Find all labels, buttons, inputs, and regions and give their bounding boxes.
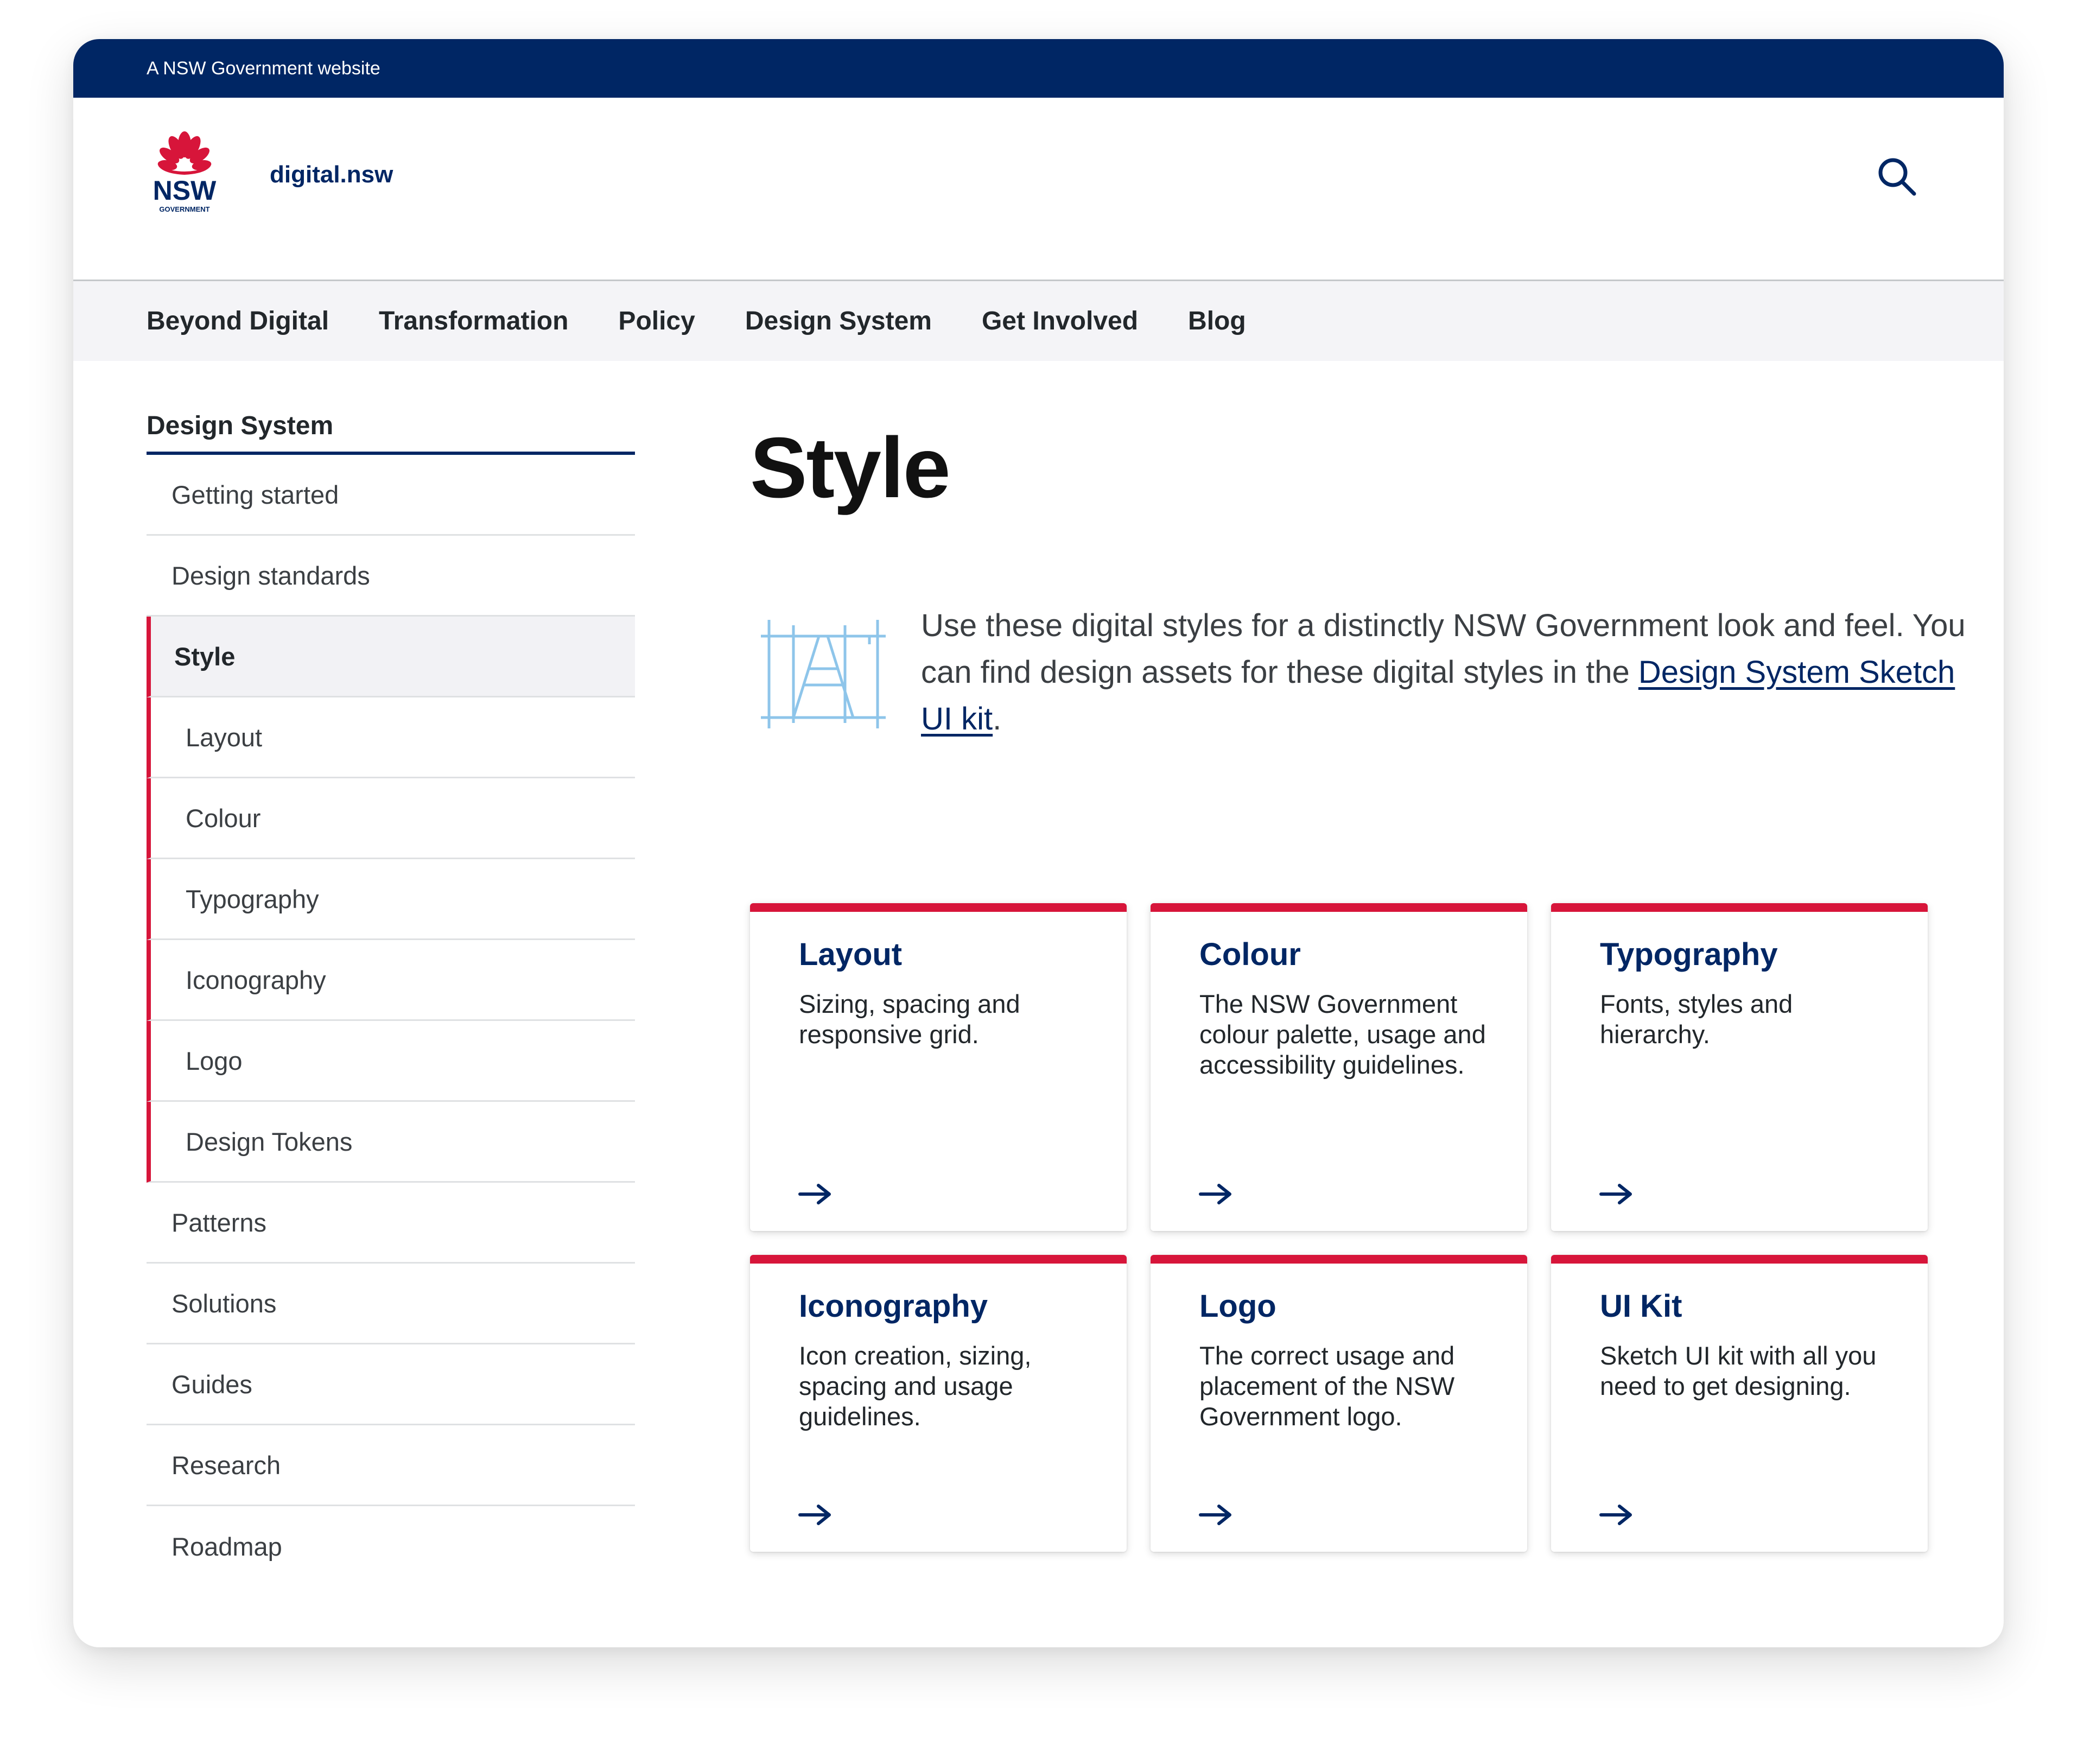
nsw-government-logo[interactable]: NSW GOVERNMENT: [147, 130, 223, 217]
card-iconography[interactable]: Iconography Icon creation, sizing, spaci…: [750, 1255, 1127, 1552]
page-title: Style: [750, 420, 951, 516]
nav-item-beyond-digital[interactable]: Beyond Digital: [147, 306, 329, 336]
card-logo[interactable]: Logo The correct usage and placement of …: [1151, 1255, 1527, 1552]
side-item-design-tokens[interactable]: Design Tokens: [147, 1102, 635, 1183]
site-header: NSW GOVERNMENT digital.nsw: [73, 98, 2004, 281]
side-item-style[interactable]: Style: [147, 617, 635, 697]
side-item-research[interactable]: Research: [147, 1425, 635, 1506]
card-title: Colour: [1199, 937, 1301, 972]
masthead-text: A NSW Government website: [147, 58, 380, 79]
card-title: Logo: [1199, 1289, 1276, 1324]
card-description: Icon creation, sizing, spacing and usage…: [799, 1341, 1032, 1431]
site-name-link[interactable]: digital.nsw: [270, 160, 393, 190]
side-item-layout[interactable]: Layout: [147, 697, 635, 778]
side-item-guides[interactable]: Guides: [147, 1344, 635, 1425]
typography-grid-icon: [758, 614, 888, 734]
search-button[interactable]: [1870, 149, 1924, 204]
masthead: A NSW Government website: [73, 39, 2004, 98]
card-description: The correct usage and placement of the N…: [1199, 1341, 1455, 1431]
nav-item-transformation[interactable]: Transformation: [379, 306, 568, 336]
card-title: Iconography: [799, 1289, 988, 1324]
card-colour[interactable]: Colour The NSW Government colour palette…: [1151, 903, 1527, 1231]
card-typography[interactable]: Typography Fonts, styles and hierarchy.: [1551, 903, 1928, 1231]
arrow-right-icon: [1199, 1184, 1231, 1204]
arrow-right-icon: [798, 1184, 831, 1204]
intro-text-after: .: [993, 701, 1002, 737]
card-title: Typography: [1600, 937, 1778, 972]
side-item-design-standards[interactable]: Design standards: [147, 536, 635, 617]
side-item-logo[interactable]: Logo: [147, 1021, 635, 1102]
arrow-right-icon: [1599, 1505, 1632, 1525]
card-title: Layout: [799, 937, 903, 972]
nav-item-policy[interactable]: Policy: [618, 306, 695, 336]
side-item-solutions[interactable]: Solutions: [147, 1264, 635, 1344]
card-ui-kit[interactable]: UI Kit Sketch UI kit with all you need t…: [1551, 1255, 1928, 1552]
card-description: The NSW Government colour palette, usage…: [1199, 989, 1486, 1079]
side-item-patterns[interactable]: Patterns: [147, 1183, 635, 1264]
side-item-iconography[interactable]: Iconography: [147, 940, 635, 1021]
waratah-logo-icon: NSW GOVERNMENT: [153, 131, 217, 213]
nav-item-design-system[interactable]: Design System: [745, 306, 932, 336]
browser-page: A NSW Government website NSW GOVERNMENT …: [73, 39, 2004, 1647]
nav-item-blog[interactable]: Blog: [1188, 306, 1246, 336]
side-item-getting-started[interactable]: Getting started: [147, 455, 635, 536]
style-cards-grid: Layout Sizing, spacing and responsive gr…: [750, 903, 1954, 1552]
logo-sub-lettering: GOVERNMENT: [159, 205, 209, 213]
side-item-roadmap[interactable]: Roadmap: [147, 1506, 635, 1587]
side-navigation: Design System Getting started Design sta…: [147, 397, 635, 1587]
logo-lettering: NSW: [153, 175, 217, 206]
search-icon: [1878, 158, 1916, 196]
arrow-right-icon: [1599, 1184, 1632, 1204]
side-nav-title[interactable]: Design System: [147, 397, 635, 455]
card-description: Fonts, styles and hierarchy.: [1600, 989, 1793, 1049]
side-item-colour[interactable]: Colour: [147, 778, 635, 859]
card-description: Sizing, spacing and responsive grid.: [799, 989, 1020, 1049]
arrow-right-icon: [1199, 1505, 1231, 1525]
card-title: UI Kit: [1600, 1289, 1682, 1324]
arrow-right-icon: [798, 1505, 831, 1525]
side-item-typography[interactable]: Typography: [147, 859, 635, 940]
card-layout[interactable]: Layout Sizing, spacing and responsive gr…: [750, 903, 1127, 1231]
nav-item-get-involved[interactable]: Get Involved: [982, 306, 1138, 336]
intro-paragraph: Use these digital styles for a distinctl…: [921, 602, 1985, 743]
main-navigation: Beyond Digital Transformation Policy Des…: [73, 281, 2004, 361]
card-description: Sketch UI kit with all you need to get d…: [1600, 1341, 1877, 1400]
